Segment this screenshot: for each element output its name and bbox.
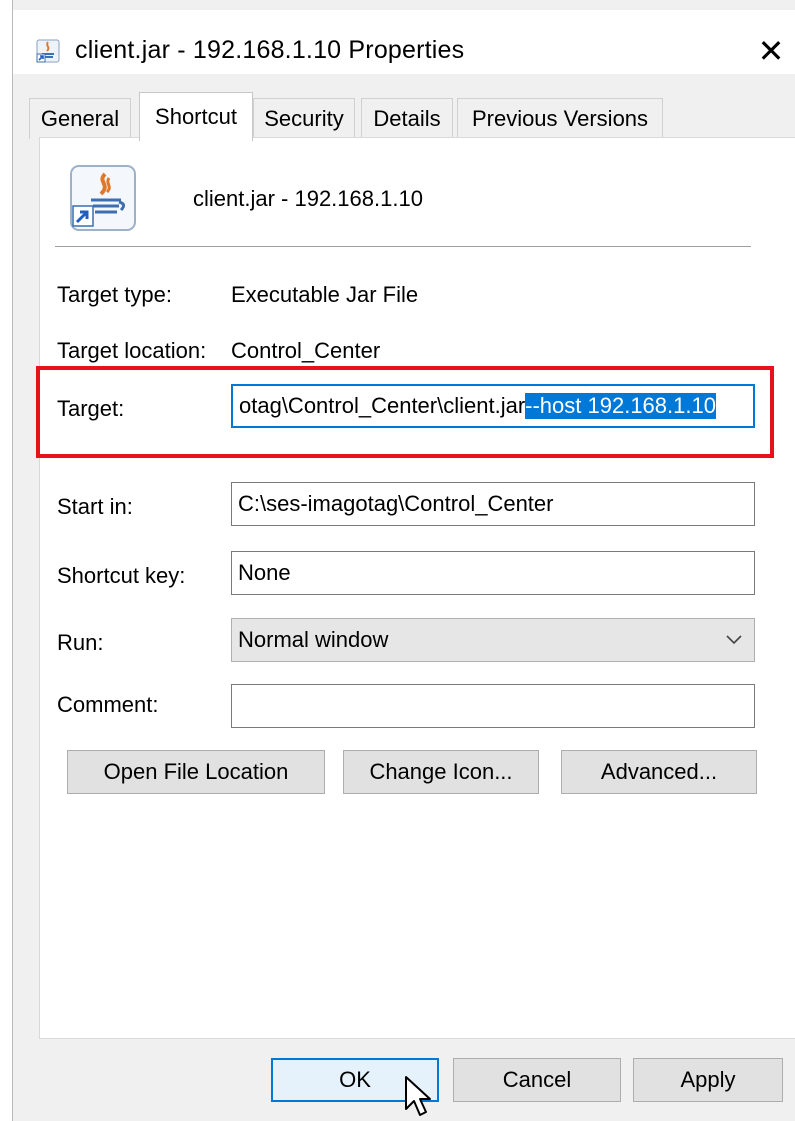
header-separator [55,246,751,247]
start-in-label: Start in: [57,494,133,519]
comment-label: Comment: [57,692,159,717]
tab-shortcut[interactable]: Shortcut [139,92,253,141]
close-icon[interactable]: ✕ [748,28,794,74]
change-icon-button[interactable]: Change Icon... [343,750,539,794]
open-file-location-button[interactable]: Open File Location [67,750,325,794]
tab-details[interactable]: Details [361,98,453,139]
java-shortcut-small-icon [36,39,60,63]
java-jar-shortcut-icon [70,165,136,231]
run-select[interactable]: Normal window [231,618,755,662]
title-bar[interactable]: client.jar - 192.168.1.10 Properties ✕ [13,10,795,74]
target-type-label: Target type: [57,282,172,307]
properties-dialog: client.jar - 192.168.1.10 Properties ✕ G… [12,0,795,1121]
advanced-button[interactable]: Advanced... [561,750,757,794]
shortcut-name: client.jar - 192.168.1.10 [193,186,423,211]
tab-general[interactable]: General [29,98,131,139]
window-title: client.jar - 192.168.1.10 Properties [75,36,465,64]
target-location-value: Control_Center [231,338,381,363]
annotation-highlight-box [36,366,774,458]
cancel-button[interactable]: Cancel [453,1058,621,1102]
tab-security[interactable]: Security [253,98,355,139]
mouse-pointer-icon [405,1076,431,1116]
shortcut-key-label: Shortcut key: [57,563,186,588]
chevron-down-icon [726,635,742,645]
target-type-value: Executable Jar File [231,282,419,307]
run-select-value: Normal window [238,627,389,652]
comment-input[interactable] [231,684,755,728]
target-location-label: Target location: [57,338,207,363]
desktop-edge [0,0,12,1121]
apply-button[interactable]: Apply [633,1058,783,1102]
run-label: Run: [57,630,104,655]
start-in-input[interactable]: C:\ses-imagotag\Control_Center [231,482,755,526]
shortcut-key-input[interactable]: None [231,551,755,595]
tab-previous-versions[interactable]: Previous Versions [457,98,663,139]
